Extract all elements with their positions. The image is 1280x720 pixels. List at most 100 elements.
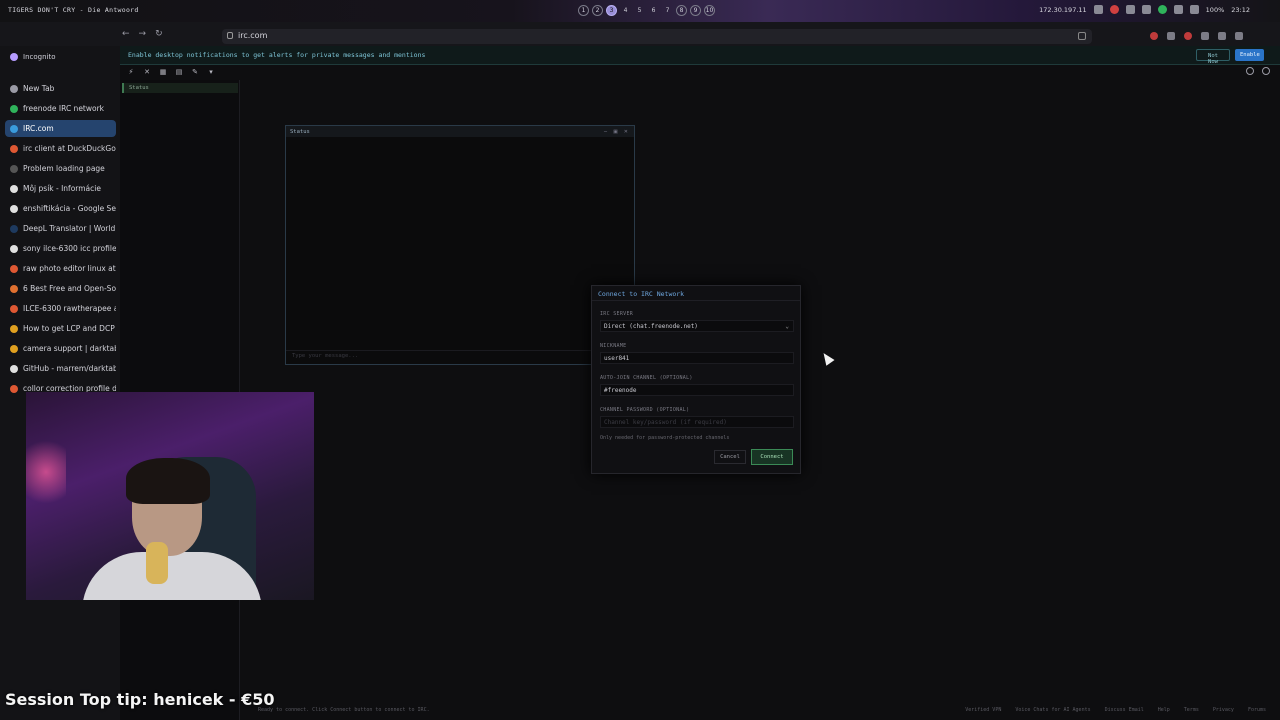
network-icon[interactable] xyxy=(1125,5,1135,14)
favicon-icon xyxy=(10,164,18,173)
browser-tab[interactable]: DeepL Translator | World xyxy=(5,220,116,237)
favicon-icon xyxy=(10,204,18,213)
workspace-10[interactable]: 10 xyxy=(704,5,715,16)
cancel-button[interactable]: Cancel xyxy=(714,450,746,464)
url-text: irc.com xyxy=(238,31,268,40)
browser-tab[interactable]: How to get LCP and DCP p xyxy=(5,320,116,337)
browser-tab[interactable]: irc client at DuckDuckGo xyxy=(5,140,116,157)
browser-tab[interactable]: enshiftikácia - Google Sea xyxy=(5,200,116,217)
favicon-icon xyxy=(10,244,18,253)
password-input[interactable]: Channel key/password (if required) xyxy=(600,416,794,428)
lightning-icon[interactable]: ⚡ xyxy=(127,68,135,76)
footer-link[interactable]: Discuss Email xyxy=(1105,707,1144,713)
favicon-icon xyxy=(10,384,18,393)
record-icon[interactable] xyxy=(1109,5,1119,14)
favicon-icon xyxy=(10,304,18,313)
close-icon[interactable]: ✕ xyxy=(143,68,151,76)
minimize-icon[interactable]: ─ xyxy=(604,129,607,135)
tab-label: IRC.com xyxy=(23,124,54,133)
reload-icon[interactable]: ↻ xyxy=(155,29,163,39)
download-icon[interactable] xyxy=(1218,32,1226,40)
browser-tab[interactable]: New Tab xyxy=(5,80,116,97)
extension-record-icon[interactable] xyxy=(1184,32,1192,40)
footer-link[interactable]: Help xyxy=(1158,707,1170,713)
status-window: Status ─ ▣ ✕ Type your message... xyxy=(285,125,635,365)
browser-tab[interactable]: GitHub - marrem/darktab xyxy=(5,360,116,377)
browser-tab[interactable]: IRC.com xyxy=(5,120,116,137)
message-input-placeholder: Type your message... xyxy=(292,353,359,359)
chevron-down-icon[interactable]: ▾ xyxy=(207,68,215,76)
workspace-2[interactable]: 2 xyxy=(592,5,603,16)
nickname-input[interactable]: user841 xyxy=(600,352,794,364)
volume-icon[interactable] xyxy=(1189,5,1199,14)
tab-label: GitHub - marrem/darktab xyxy=(23,364,116,373)
irc-page: Enable desktop notifications to get aler… xyxy=(120,46,1280,720)
workspace-8[interactable]: 8 xyxy=(676,5,687,16)
favicon-icon xyxy=(10,324,18,333)
reader-mode-icon[interactable] xyxy=(1078,32,1086,40)
browser-tab[interactable]: camera support | darktab xyxy=(5,340,116,357)
footer-link[interactable]: Terms xyxy=(1184,707,1199,713)
workspace-9[interactable]: 9 xyxy=(690,5,701,16)
extension-red-icon[interactable] xyxy=(1150,32,1158,40)
status-window-title[interactable]: Status xyxy=(286,126,634,137)
browser-tab[interactable]: raw photo editor linux at xyxy=(5,260,116,277)
browser-tab[interactable]: Môj psík - Informácie xyxy=(5,180,116,197)
browser-tab[interactable]: freenode IRC network xyxy=(5,100,116,117)
workspace-5[interactable]: 5 xyxy=(634,5,645,16)
tab-label: How to get LCP and DCP p xyxy=(23,324,116,333)
workspace-6[interactable]: 6 xyxy=(648,5,659,16)
forward-icon[interactable]: → xyxy=(139,29,147,39)
footer-link[interactable]: Forums xyxy=(1248,707,1266,713)
channel-status-item[interactable]: Status xyxy=(122,83,238,93)
attach-icon[interactable]: ✎ xyxy=(191,68,199,76)
microphone xyxy=(146,542,168,584)
window-icon[interactable]: ▦ xyxy=(159,68,167,76)
server-select[interactable]: Direct (chat.freenode.net) ⌄ xyxy=(600,320,794,332)
tab-label: ILCE-6300 rawtherapee at xyxy=(23,304,116,313)
menu-icon[interactable] xyxy=(1235,32,1243,40)
tab-label: DeepL Translator | World xyxy=(23,224,116,233)
app-icon[interactable] xyxy=(1141,5,1151,14)
url-bar[interactable]: irc.com xyxy=(222,29,1092,44)
tab-label: camera support | darktab xyxy=(23,344,116,353)
close-window-icon[interactable]: ✕ xyxy=(624,129,628,135)
settings-icon[interactable] xyxy=(1246,67,1254,75)
webcam-overlay xyxy=(26,392,314,600)
not-now-button[interactable]: Not Now xyxy=(1196,49,1230,65)
browser-tab[interactable]: Problem loading page xyxy=(5,160,116,177)
connection-status: Ready to connect. Click Connect button t… xyxy=(258,707,430,713)
extension-puzzle-icon[interactable] xyxy=(1201,32,1209,40)
connect-button[interactable]: Connect xyxy=(751,449,793,465)
workspace-7[interactable]: 7 xyxy=(662,5,673,16)
favicon-icon xyxy=(10,364,18,373)
workspace-4[interactable]: 4 xyxy=(620,5,631,16)
footer-link[interactable]: Privacy xyxy=(1213,707,1234,713)
site-info-icon[interactable] xyxy=(227,32,233,39)
incognito-indicator: Incognito xyxy=(10,53,55,61)
screen-icon[interactable] xyxy=(1093,5,1103,14)
autojoin-input[interactable]: #freenode xyxy=(600,384,794,396)
tab-label: 6 Best Free and Open-Sou xyxy=(23,284,116,293)
spotify-icon[interactable] xyxy=(1157,5,1167,14)
tile-icon[interactable]: ▤ xyxy=(175,68,183,76)
enable-notifications-button[interactable]: Enable xyxy=(1235,49,1264,61)
footer-link[interactable]: Verified VPN xyxy=(965,707,1001,713)
tab-label: sony ilce-6300 icc profile xyxy=(23,244,116,253)
tab-label: Problem loading page xyxy=(23,164,105,173)
workspace-3[interactable]: 3 xyxy=(606,5,617,16)
footer-link[interactable]: Voice Chats for AI Agents xyxy=(1015,707,1090,713)
tab-label: irc client at DuckDuckGo xyxy=(23,144,116,153)
maximize-icon[interactable]: ▣ xyxy=(613,129,618,135)
telegram-icon[interactable] xyxy=(1173,5,1183,14)
browser-tab[interactable]: sony ilce-6300 icc profile xyxy=(5,240,116,257)
info-icon[interactable] xyxy=(1262,67,1270,75)
browser-tab[interactable]: ILCE-6300 rawtherapee at xyxy=(5,300,116,317)
workspace-switcher[interactable]: 1 2 3 4 5 6 7 8 9 10 xyxy=(578,5,715,16)
page-status-bar: Ready to connect. Click Connect button t… xyxy=(120,704,1280,716)
back-icon[interactable]: ← xyxy=(122,29,130,39)
browser-tab[interactable]: 6 Best Free and Open-Sou xyxy=(5,280,116,297)
extension-icon[interactable] xyxy=(1167,32,1175,40)
favicon-icon xyxy=(10,284,18,293)
workspace-1[interactable]: 1 xyxy=(578,5,589,16)
